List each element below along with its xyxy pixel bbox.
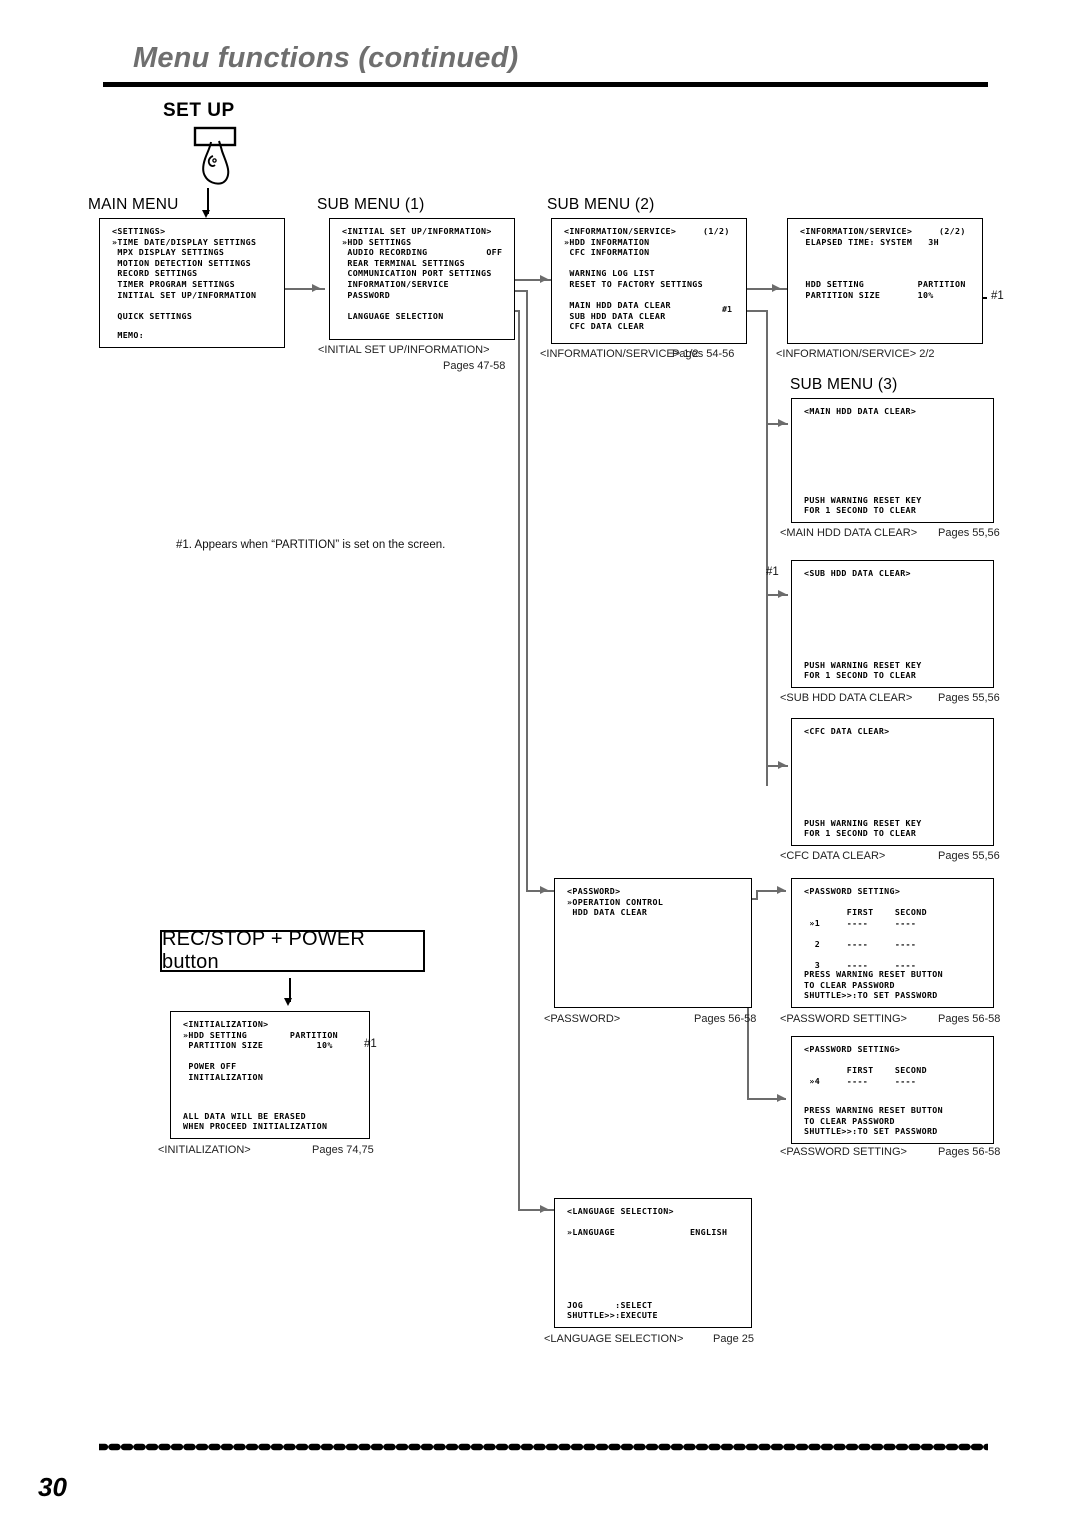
connector-arrow [772,284,780,292]
setup-arrow-head [202,210,210,218]
caption-cfc-data-clear-pages: Pages 55,56 [938,850,1000,862]
hash-marker-sub-hdd-box: #1 [766,566,779,578]
column-heading-main-menu: MAIN MENU [88,196,179,213]
screen-settings-body: <SETTINGS> »TIME DATE/DISPLAY SETTINGS M… [112,226,257,321]
screen-password-body: <PASSWORD> »OPERATION CONTROL HDD DATA C… [567,886,664,918]
screen-initial-setup-body: <INITIAL SET UP/INFORMATION> »HDD SETTIN… [342,226,503,321]
connector-arrow [540,275,548,283]
screen-cfc-data-clear-footer: PUSH WARNING RESET KEY FOR 1 SECOND TO C… [804,817,922,839]
screen-settings[interactable]: <SETTINGS> »TIME DATE/DISPLAY SETTINGS M… [99,218,285,348]
caption-password-pages: Pages 56-58 [694,1013,757,1025]
caption-language-selection: <LANGUAGE SELECTION> [544,1333,684,1345]
screen-info-service-1[interactable]: <INFORMATION/SERVICE> (1/2) »HDD INFORMA… [551,218,747,344]
caption-password-setting-123: <PASSWORD SETTING> [780,1013,907,1025]
footer-dotted-rule [99,1443,988,1451]
recstop-arrow-head [284,998,292,1006]
header-divider [103,82,988,87]
screen-initial-setup[interactable]: <INITIAL SET UP/INFORMATION> »HDD SETTIN… [329,218,515,340]
caption-info-service-2: <INFORMATION/SERVICE> 2/2 [776,348,935,360]
screen-language-selection[interactable]: <LANGUAGE SELECTION> »LANGUAGE ENGLISH J… [554,1198,752,1328]
column-heading-sub-menu-1: SUB MENU (1) [317,196,425,213]
screen-sub-hdd-data-clear-footer: PUSH WARNING RESET KEY FOR 1 SECOND TO C… [804,659,922,681]
caption-password: <PASSWORD> [544,1013,621,1025]
caption-password-setting-123-pages: Pages 56-58 [938,1013,1001,1025]
screen-password-setting-123[interactable]: <PASSWORD SETTING> FIRST SECOND »1 ---- … [791,878,994,1008]
screen-language-selection-footer: JOG :SELECT SHUTTLE>>:EXECUTE [567,1299,658,1321]
connector-arrow [540,886,548,894]
screen-info-service-2[interactable]: <INFORMATION/SERVICE> (2/2) ELAPSED TIME… [787,218,983,344]
page-number: 30 [38,1472,67,1502]
connector-arrow [540,1205,548,1213]
connector-password-v [526,290,528,891]
screen-sub-hdd-data-clear-body: <SUB HDD DATA CLEAR> [804,568,911,578]
screen-sub-hdd-data-clear[interactable]: <SUB HDD DATA CLEAR> PUSH WARNING RESET … [791,560,994,688]
screen-cfc-data-clear[interactable]: <CFC DATA CLEAR> PUSH WARNING RESET KEY … [791,718,994,846]
rec-stop-power-button: REC/STOP + POWER button [160,928,425,973]
screen-main-hdd-data-clear-body: <MAIN HDD DATA CLEAR> [804,406,917,416]
caption-language-selection-pages: Page 25 [713,1333,754,1345]
connector-arrow [778,761,786,769]
rec-stop-power-button-label: REC/STOP + POWER button [162,928,366,973]
hash-marker-subhdd: #1 [722,304,732,314]
hash-marker-partition: #1 [991,290,1004,302]
caption-sub-hdd-data-clear-pages: Pages 55,56 [938,692,1000,704]
connector-arrow [777,886,785,894]
screen-main-hdd-data-clear-footer: PUSH WARNING RESET KEY FOR 1 SECOND TO C… [804,494,922,516]
caption-main-hdd-data-clear: <MAIN HDD DATA CLEAR> [780,527,918,539]
footnote-partition: #1. Appears when “PARTITION” is set on t… [176,539,446,551]
screen-main-hdd-data-clear[interactable]: <MAIN HDD DATA CLEAR> PUSH WARNING RESET… [791,398,994,523]
caption-password-setting-4-pages: Pages 56-58 [938,1146,1001,1158]
screen-settings-footer: MEMO: [112,330,145,341]
caption-initialization: <INITIALIZATION> [158,1144,251,1156]
caption-info-service-1-pages: Pages 54-56 [672,348,735,360]
connector-language-v [518,310,520,1210]
connector-info1-to-info2 [745,288,787,290]
connector-language-h2 [518,1209,554,1211]
screen-password-setting-4[interactable]: <PASSWORD SETTING> FIRST SECOND »4 ---- … [791,1036,994,1144]
connector-dataclear-v [766,310,768,786]
caption-initial-setup: <INITIAL SET UP/INFORMATION> [318,344,490,356]
screen-cfc-data-clear-body: <CFC DATA CLEAR> [804,726,890,736]
screen-initialization-body: <INITIALIZATION> »HDD SETTING PARTITION … [183,1019,339,1082]
caption-cfc-data-clear: <CFC DATA CLEAR> [780,850,886,862]
column-heading-sub-menu-3: SUB MENU (3) [790,376,898,393]
screen-language-selection-body: <LANGUAGE SELECTION> »LANGUAGE ENGLISH [567,1206,728,1238]
connector-arrow [778,419,786,427]
caption-sub-hdd-data-clear: <SUB HDD DATA CLEAR> [780,692,913,704]
screen-password-setting-123-body: <PASSWORD SETTING> FIRST SECOND »1 ---- … [804,886,927,971]
hash-marker-initialization: #1 [364,1038,377,1050]
caption-password-setting-4: <PASSWORD SETTING> [780,1146,907,1158]
screen-password-setting-4-body: <PASSWORD SETTING> FIRST SECOND »4 ---- … [804,1044,927,1086]
connector-arrow [312,284,320,292]
connector-arrow [777,1094,785,1102]
screen-info-service-2-body: <INFORMATION/SERVICE> (2/2) ELAPSED TIME… [800,226,966,300]
finger-press-button-icon [193,126,237,185]
screen-initialization-footer: ALL DATA WILL BE ERASED WHEN PROCEED INI… [183,1110,328,1132]
screen-password[interactable]: <PASSWORD> »OPERATION CONTROL HDD DATA C… [554,878,752,1008]
column-heading-sub-menu-2: SUB MENU (2) [547,196,655,213]
screen-password-setting-4-footer: PRESS WARNING RESET BUTTON TO CLEAR PASS… [804,1105,943,1137]
caption-initialization-pages: Pages 74,75 [312,1144,374,1156]
screen-initialization[interactable]: <INITIALIZATION> »HDD SETTING PARTITION … [170,1011,370,1139]
screen-password-setting-123-footer: PRESS WARNING RESET BUTTON TO CLEAR PASS… [804,969,943,1001]
setup-label: SET UP [163,100,235,121]
connector-arrow [778,590,786,598]
page-title: Menu functions (continued) [133,42,519,74]
screen-info-service-1-body: <INFORMATION/SERVICE> (1/2) »HDD INFORMA… [564,226,730,332]
caption-initial-setup-pages: Pages 47-58 [443,360,506,372]
caption-main-hdd-data-clear-pages: Pages 55,56 [938,527,1000,539]
